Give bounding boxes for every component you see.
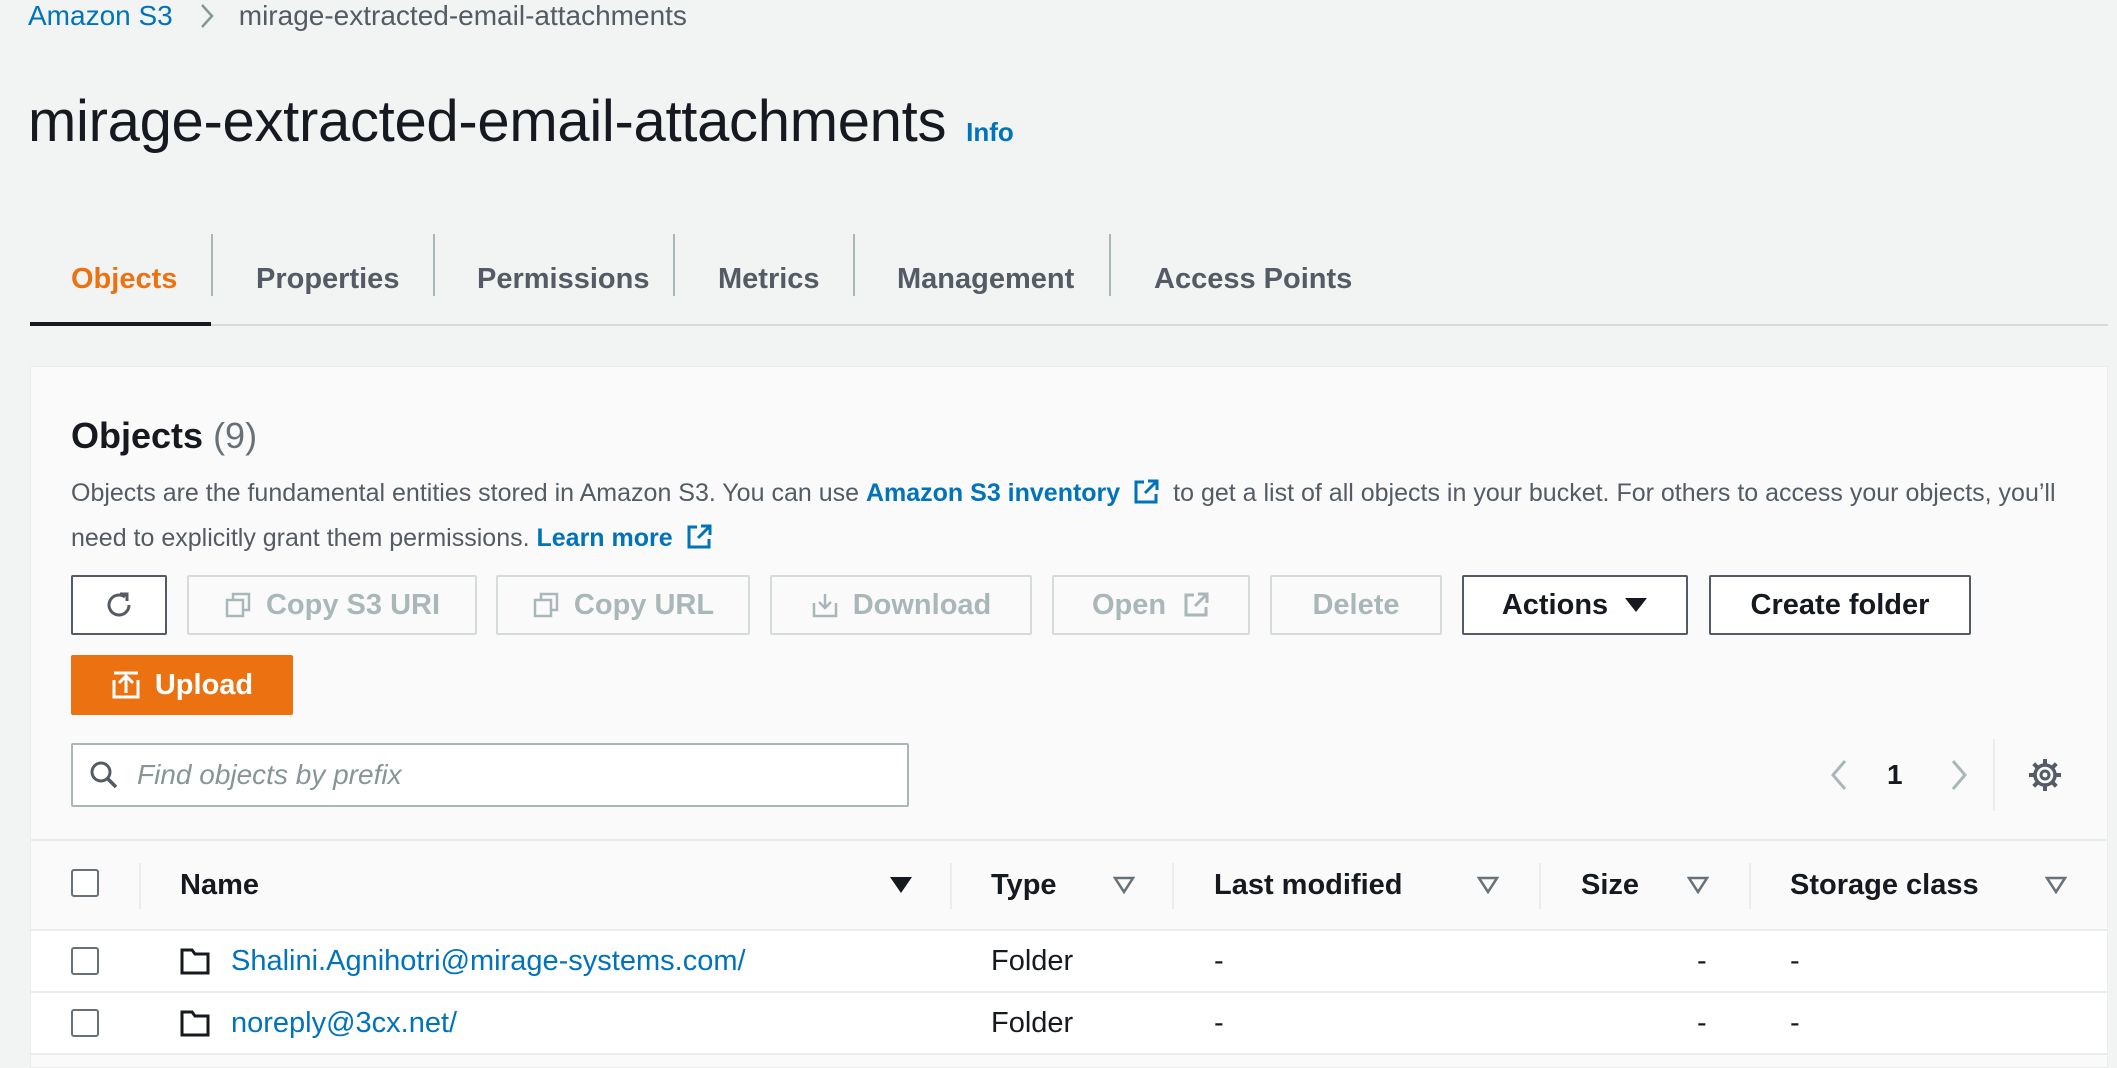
folder-icon xyxy=(180,931,210,991)
tab-metrics[interactable]: Metrics xyxy=(718,234,820,324)
external-link-icon[interactable] xyxy=(685,523,713,563)
object-storage-class: - xyxy=(1790,1006,1800,1039)
breadcrumb-current-bucket: mirage-extracted-email-attachments xyxy=(238,0,687,31)
object-name-link[interactable]: noreply@3cx.net/ xyxy=(231,993,457,1053)
delete-label: Delete xyxy=(1312,588,1400,621)
actions-label: Actions xyxy=(1501,588,1609,621)
object-name-link[interactable]: Shalini.Agnihotri@mirage-systems.com/ xyxy=(231,931,746,991)
breadcrumb-amazon-s3-link[interactable]: Amazon S3 xyxy=(28,0,173,32)
next-page-button[interactable] xyxy=(1949,743,1969,807)
tab-access-points[interactable]: Access Points xyxy=(1154,234,1352,324)
copy-s3-uri-button[interactable]: Copy S3 URI xyxy=(187,575,477,635)
create-folder-label: Create folder xyxy=(1750,588,1930,621)
s3-inventory-link[interactable]: Amazon S3 inventory xyxy=(866,479,1120,507)
upload-label: Upload xyxy=(154,668,254,701)
tab-management[interactable]: Management xyxy=(897,234,1074,324)
copy-icon xyxy=(224,591,252,619)
objects-description-part-1: Objects are the fundamental entities sto… xyxy=(71,479,860,507)
refresh-button[interactable] xyxy=(71,575,167,635)
previous-page-button[interactable] xyxy=(1829,743,1849,807)
object-last-modified: - xyxy=(1214,944,1224,977)
sort-outline-icon[interactable] xyxy=(2045,841,2067,929)
objects-heading-title: Objects xyxy=(71,415,204,456)
sort-outline-icon[interactable] xyxy=(1687,841,1709,929)
info-link[interactable]: Info xyxy=(966,117,1014,148)
objects-count: (9) xyxy=(213,415,258,456)
search-input[interactable] xyxy=(135,758,859,792)
caret-down-icon xyxy=(1624,597,1648,613)
tab-separator xyxy=(853,234,855,296)
search-field xyxy=(71,743,909,807)
search-icon xyxy=(89,760,119,790)
external-link-icon[interactable] xyxy=(1132,478,1160,518)
delete-button[interactable]: Delete xyxy=(1270,575,1442,635)
upload-button[interactable]: Upload xyxy=(71,655,293,715)
sort-outline-icon[interactable] xyxy=(1477,841,1499,929)
folder-icon xyxy=(180,993,210,1053)
object-type: Folder xyxy=(991,944,1074,977)
tab-bar: Objects Properties Permissions Metrics M… xyxy=(30,234,2108,326)
copy-url-button[interactable]: Copy URL xyxy=(496,575,750,635)
learn-more-link[interactable]: Learn more xyxy=(537,524,673,552)
column-divider xyxy=(1539,863,1541,909)
select-all-checkbox[interactable] xyxy=(71,869,99,897)
object-type: Folder xyxy=(991,1006,1074,1039)
download-button[interactable]: Download xyxy=(770,575,1032,635)
column-header-type[interactable]: Type xyxy=(991,841,1057,929)
chevron-right-icon xyxy=(199,3,215,29)
column-header-size[interactable]: Size xyxy=(1581,841,1639,929)
open-label: Open xyxy=(1091,588,1167,621)
open-button[interactable]: Open xyxy=(1052,575,1250,635)
tab-objects[interactable]: Objects xyxy=(71,234,177,324)
actions-dropdown-button[interactable]: Actions xyxy=(1462,575,1688,635)
objects-table: Name Type Last modified Size Storage cla… xyxy=(31,839,2107,1055)
tab-separator xyxy=(1109,234,1111,296)
sort-outline-icon[interactable] xyxy=(1113,841,1135,929)
table-row: noreply@3cx.net/ Folder - - - xyxy=(31,993,2107,1055)
tab-separator xyxy=(211,234,213,296)
breadcrumb: Amazon S3 mirage-extracted-email-attachm… xyxy=(28,0,687,36)
copy-icon xyxy=(532,591,560,619)
object-last-modified: - xyxy=(1214,1006,1224,1039)
tab-permissions[interactable]: Permissions xyxy=(477,234,649,324)
tab-separator xyxy=(673,234,675,296)
row-checkbox[interactable] xyxy=(71,1009,99,1037)
download-icon xyxy=(811,591,839,619)
active-tab-indicator xyxy=(30,322,211,326)
column-divider xyxy=(139,863,141,909)
objects-heading: Objects (9) xyxy=(71,415,257,457)
tab-separator xyxy=(433,234,435,296)
sort-down-icon[interactable] xyxy=(889,841,913,929)
column-header-storage-class[interactable]: Storage class xyxy=(1790,841,1979,929)
column-divider xyxy=(1172,863,1174,909)
tab-properties[interactable]: Properties xyxy=(256,234,399,324)
column-divider xyxy=(1749,863,1751,909)
upload-icon xyxy=(111,670,141,700)
object-size: - xyxy=(1697,944,1707,977)
external-link-icon xyxy=(1182,591,1210,619)
column-divider xyxy=(950,863,952,909)
table-row: Shalini.Agnihotri@mirage-systems.com/ Fo… xyxy=(31,931,2107,993)
table-preferences-button[interactable] xyxy=(2027,745,2063,805)
row-checkbox[interactable] xyxy=(71,947,99,975)
download-label: Download xyxy=(852,588,992,621)
column-header-name[interactable]: Name xyxy=(180,841,259,929)
object-size: - xyxy=(1697,1006,1707,1039)
pagination-divider xyxy=(1993,739,1995,811)
chevron-right-icon xyxy=(1949,759,1969,791)
page-title: mirage-extracted-email-attachments xyxy=(28,89,947,154)
chevron-left-icon xyxy=(1829,759,1849,791)
create-folder-button[interactable]: Create folder xyxy=(1709,575,1971,635)
column-header-last-modified[interactable]: Last modified xyxy=(1214,841,1403,929)
settings-gear-icon xyxy=(2027,757,2063,793)
table-header: Name Type Last modified Size Storage cla… xyxy=(31,839,2107,931)
objects-panel: Objects (9) Objects are the fundamental … xyxy=(30,366,2108,1068)
refresh-icon xyxy=(102,588,136,622)
current-page-number[interactable]: 1 xyxy=(1887,743,1903,807)
objects-description: Objects are the fundamental entities sto… xyxy=(71,473,2071,563)
copy-url-label: Copy URL xyxy=(573,588,715,621)
page-header: mirage-extracted-email-attachments Info xyxy=(28,88,1014,155)
copy-s3-uri-label: Copy S3 URI xyxy=(265,588,441,621)
object-storage-class: - xyxy=(1790,944,1800,977)
